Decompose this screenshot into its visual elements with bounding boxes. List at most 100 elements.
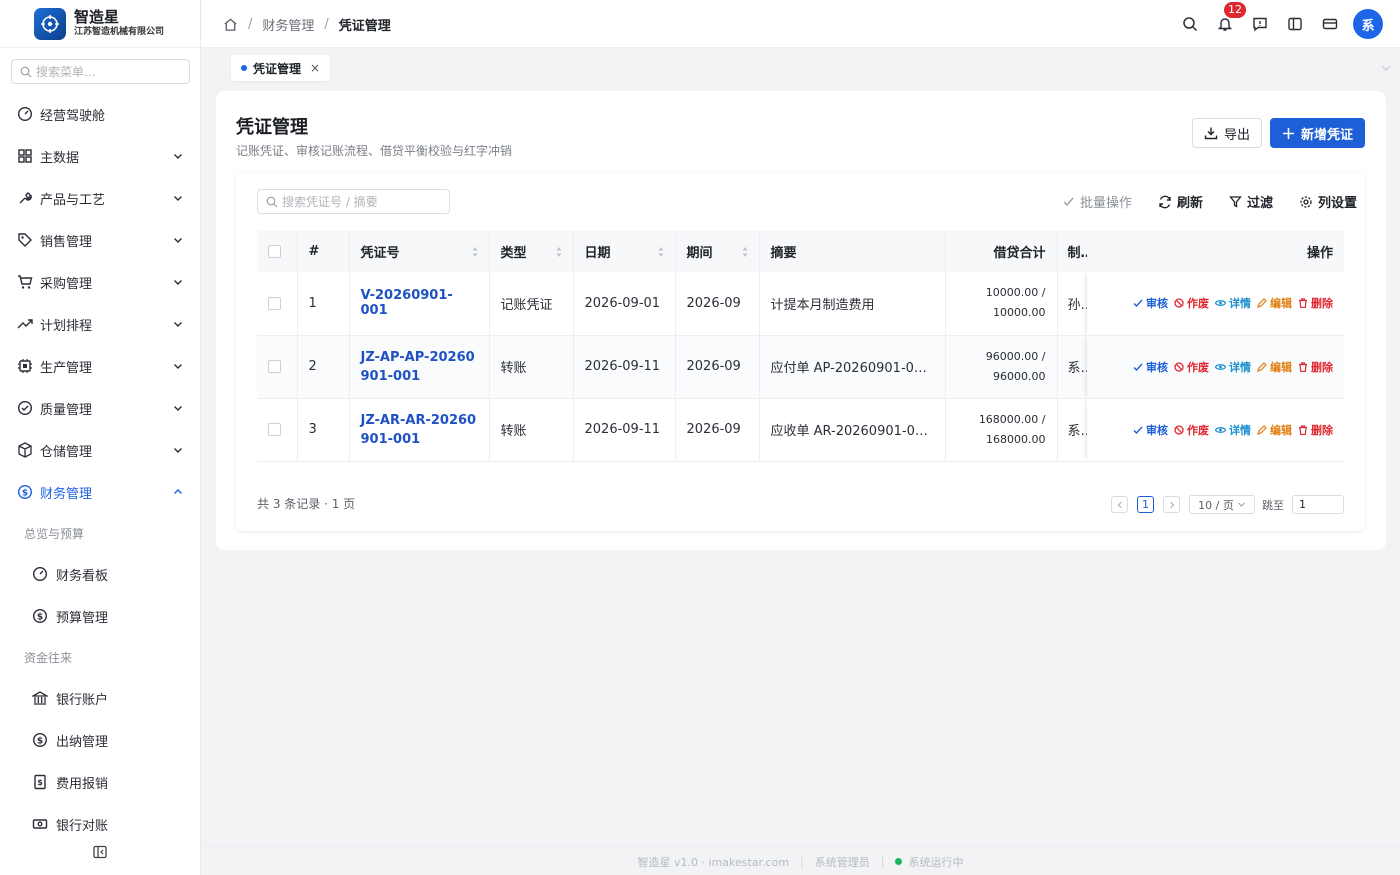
messages-button[interactable] xyxy=(1242,0,1277,48)
page-size-select[interactable]: 10 / 页 xyxy=(1189,495,1255,514)
credit-amount: 10000.00 xyxy=(993,306,1046,320)
sidebar-item-quality[interactable]: 质量管理 xyxy=(0,387,200,429)
detail-button[interactable]: 详情 xyxy=(1215,295,1251,311)
prev-page-button[interactable] xyxy=(1111,496,1128,513)
sidebar-item-warehouse[interactable]: 仓储管理 xyxy=(0,429,200,471)
select-all-checkbox[interactable] xyxy=(268,245,281,258)
ban-icon xyxy=(1174,361,1184,372)
audit-button[interactable]: 审核 xyxy=(1133,359,1168,375)
header-type[interactable]: 类型 xyxy=(489,231,574,272)
notifications-button[interactable]: 12 xyxy=(1207,0,1246,48)
home-icon[interactable] xyxy=(223,17,238,32)
edit-button[interactable]: 编辑 xyxy=(1257,422,1292,438)
edit-button[interactable]: 编辑 xyxy=(1257,359,1292,375)
audit-button[interactable]: 审核 xyxy=(1133,295,1168,311)
status-dot-icon xyxy=(895,858,903,865)
cell-total: 10000.00 / 10000.00 xyxy=(945,272,1058,336)
table-row[interactable]: 2 JZ-AP-AP-20260901-001 转账 2026-09-11 20… xyxy=(257,335,1344,399)
page-number[interactable]: 1 xyxy=(1137,496,1154,513)
filter-icon xyxy=(1229,196,1242,208)
pencil-icon xyxy=(1257,361,1267,372)
refresh-icon xyxy=(1159,195,1171,208)
trash-icon xyxy=(1299,424,1307,435)
sidebar-item-label: 计划排程 xyxy=(40,318,93,334)
sidebar-item-master-data[interactable]: 主数据 xyxy=(0,135,200,177)
cell-maker: 孙秀 xyxy=(1057,272,1087,336)
sidebar-collapse-icon[interactable] xyxy=(92,844,108,860)
next-page-button[interactable] xyxy=(1163,496,1180,513)
filter-button[interactable]: 过滤 xyxy=(1229,192,1273,211)
sidebar-item-expense[interactable]: $ 费用报销 xyxy=(0,761,200,803)
detail-button[interactable]: 详情 xyxy=(1215,359,1251,375)
brand[interactable]: 智造星 江苏智造机械有限公司 xyxy=(0,0,200,48)
sort-icon xyxy=(472,247,477,257)
global-search-button[interactable] xyxy=(1172,0,1207,48)
sidebar-item-cashier[interactable]: $ 出纳管理 xyxy=(0,719,200,761)
footer-version: 智造星 v1.0 · imakestar.com xyxy=(637,855,790,869)
cell-voucher-link[interactable]: V-20260901-001 xyxy=(349,272,490,336)
header-date[interactable]: 日期 xyxy=(573,231,676,272)
chevron-down-icon[interactable] xyxy=(1380,62,1392,74)
voucher-search-input[interactable]: 搜索凭证号 / 摘要 xyxy=(257,189,450,214)
svg-text:$: $ xyxy=(37,612,43,622)
chevron-down-icon xyxy=(174,280,182,285)
detail-button[interactable]: 详情 xyxy=(1215,422,1251,438)
cell-voucher-link[interactable]: JZ-AR-AR-20260901-001 xyxy=(349,398,490,462)
footer-status: 系统运行中 xyxy=(908,855,964,869)
brand-company: 江苏智造机械有限公司 xyxy=(74,27,165,37)
audit-button[interactable]: 审核 xyxy=(1133,422,1168,438)
void-button[interactable]: 作废 xyxy=(1174,295,1209,311)
sidebar-item-bank-account[interactable]: 银行账户 xyxy=(0,677,200,719)
chip-icon xyxy=(18,359,32,373)
cell-total: 96000.00 / 96000.00 xyxy=(945,335,1058,399)
menu-search-input[interactable]: 搜索菜单... xyxy=(11,59,190,84)
row-checkbox[interactable] xyxy=(268,296,281,310)
sidebar-item-label: 出纳管理 xyxy=(56,734,109,750)
avatar[interactable]: 系 xyxy=(1353,9,1383,39)
void-button[interactable]: 作废 xyxy=(1174,359,1209,375)
export-button[interactable]: 导出 xyxy=(1192,118,1262,148)
add-voucher-button[interactable]: 新增凭证 xyxy=(1270,118,1365,148)
topbar: / 财务管理 / 凭证管理 12 系 xyxy=(201,0,1400,48)
footer-user: 系统管理员 xyxy=(814,855,870,869)
header-period[interactable]: 期间 xyxy=(675,231,760,272)
delete-button[interactable]: 删除 xyxy=(1298,295,1333,311)
tab-close-icon[interactable]: × xyxy=(310,61,320,75)
batch-operation-button[interactable]: 批量操作 xyxy=(1062,192,1132,211)
sidebar-item-label: 银行账户 xyxy=(56,692,109,708)
tab-voucher[interactable]: 凭证管理 × xyxy=(231,55,331,81)
breadcrumb-finance[interactable]: 财务管理 xyxy=(262,15,314,34)
sidebar-item-purchase[interactable]: 采购管理 xyxy=(0,261,200,303)
jump-page-input[interactable]: 1 xyxy=(1292,495,1344,514)
delete-button[interactable]: 删除 xyxy=(1298,422,1333,438)
sidebar-item-finance[interactable]: $ 财务管理 xyxy=(0,471,200,513)
layout-toggle-button[interactable] xyxy=(1277,0,1312,48)
cell-voucher-link[interactable]: JZ-AP-AP-20260901-001 xyxy=(349,335,490,399)
column-settings-button[interactable]: 列设置 xyxy=(1299,192,1357,211)
header-voucher[interactable]: 凭证号 xyxy=(349,231,490,272)
sidebar-item-dashboard[interactable]: 经营驾驶舱 xyxy=(0,93,200,135)
batch-label: 批量操作 xyxy=(1079,196,1132,211)
sidebar-item-planning[interactable]: 计划排程 xyxy=(0,303,200,345)
header-maker: 制单人 xyxy=(1057,231,1087,272)
wallet-button[interactable] xyxy=(1312,0,1347,48)
sidebar-item-production[interactable]: 生产管理 xyxy=(0,345,200,387)
sidebar-item-reconcile[interactable]: 银行对账 xyxy=(0,803,200,845)
sidebar-item-product[interactable]: 产品与工艺 xyxy=(0,177,200,219)
cell-no: 3 xyxy=(297,398,350,462)
trend-icon xyxy=(17,319,33,329)
sidebar-item-budget[interactable]: $ 预算管理 xyxy=(0,595,200,637)
table-row[interactable]: 1 V-20260901-001 记账凭证 2026-09-01 2026-09… xyxy=(257,272,1344,336)
delete-button[interactable]: 删除 xyxy=(1298,359,1333,375)
page-tabs: 凭证管理 × xyxy=(201,48,1400,90)
sidebar-item-sales[interactable]: 销售管理 xyxy=(0,219,200,261)
table-row[interactable]: 3 JZ-AR-AR-20260901-001 转账 2026-09-11 20… xyxy=(257,398,1344,462)
refresh-button[interactable]: 刷新 xyxy=(1158,192,1203,211)
row-checkbox[interactable] xyxy=(268,423,281,436)
void-button[interactable]: 作废 xyxy=(1174,422,1209,438)
row-checkbox[interactable] xyxy=(268,360,281,373)
sidebar-item-finance-board[interactable]: 财务看板 xyxy=(0,553,200,595)
header-actions: 操作 xyxy=(1087,231,1344,272)
edit-button[interactable]: 编辑 xyxy=(1257,295,1292,311)
edit-label: 编辑 xyxy=(1270,297,1292,311)
